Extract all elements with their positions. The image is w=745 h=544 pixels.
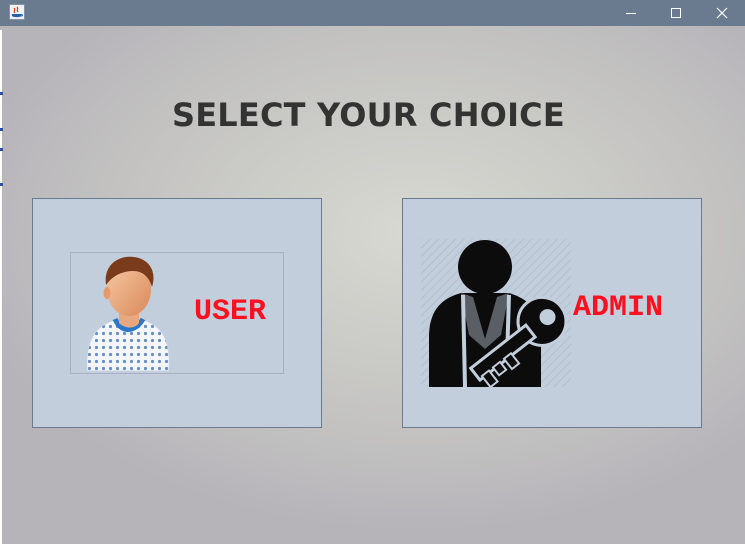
admin-key-icon (421, 239, 571, 389)
user-button[interactable]: USER (70, 252, 284, 374)
choice-screen: SELECT YOUR CHOICE USER ADMIN (0, 26, 745, 544)
minimize-button[interactable] (608, 0, 654, 26)
user-avatar-icon (86, 256, 170, 372)
admin-label: ADMIN (573, 291, 664, 325)
edge-mark (0, 148, 3, 151)
close-button[interactable] (699, 0, 745, 26)
edge-mark (0, 92, 3, 95)
user-panel: USER (32, 198, 322, 428)
maximize-button[interactable] (653, 0, 699, 26)
page-title: SELECT YOUR CHOICE (172, 96, 565, 134)
user-label: USER (194, 295, 267, 329)
minimize-icon (626, 13, 636, 14)
edge-mark (0, 128, 3, 131)
admin-button[interactable]: ADMIN (421, 239, 687, 391)
java-app-icon (9, 4, 25, 20)
window-left-edge (0, 30, 2, 544)
edge-mark (0, 183, 3, 186)
maximize-icon (671, 8, 681, 18)
admin-panel: ADMIN (402, 198, 702, 428)
window-titlebar[interactable] (0, 0, 745, 26)
close-icon (716, 7, 728, 19)
